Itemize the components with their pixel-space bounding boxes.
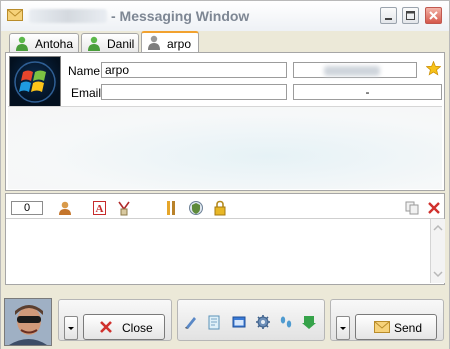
clear-format-icon[interactable] xyxy=(116,200,132,216)
close-dropdown[interactable] xyxy=(64,316,78,340)
user-gray-icon xyxy=(148,35,160,50)
status-field[interactable] xyxy=(293,62,417,78)
footsteps-icon[interactable] xyxy=(278,314,294,330)
gear-icon[interactable] xyxy=(255,314,271,330)
compose-panel: 0 A xyxy=(5,193,445,285)
download-icon[interactable] xyxy=(301,314,317,330)
close-button[interactable]: Close xyxy=(83,314,165,340)
edit-icon[interactable] xyxy=(183,314,199,330)
tab-label: Danil xyxy=(107,37,135,51)
close-group: Close xyxy=(58,299,172,341)
tab-label: arpo xyxy=(167,37,192,51)
title-bar[interactable]: - Messaging Window xyxy=(1,1,449,31)
tab-antoha[interactable]: Antoha xyxy=(9,33,79,52)
scroll-up-icon[interactable] xyxy=(431,223,445,233)
tab-arpo[interactable]: arpo xyxy=(141,31,199,53)
font-icon[interactable]: A xyxy=(92,200,108,216)
char-counter: 0 xyxy=(11,201,43,215)
envelope-icon xyxy=(374,321,390,333)
delete-icon[interactable] xyxy=(426,200,442,216)
user-photo[interactable] xyxy=(4,298,52,346)
user-icon[interactable] xyxy=(57,200,73,216)
chevron-down-icon xyxy=(68,327,74,330)
chevron-down-icon xyxy=(340,327,346,330)
bars-icon[interactable] xyxy=(164,200,180,216)
favorite-star-icon[interactable] xyxy=(426,61,441,76)
status-redacted xyxy=(324,66,380,76)
title-contact-redacted xyxy=(29,9,107,23)
bottom-bar: Close Send xyxy=(1,295,449,349)
close-x-icon xyxy=(100,321,112,333)
user-green-icon xyxy=(88,36,100,51)
close-icon xyxy=(429,11,438,20)
tab-danil[interactable]: Danil xyxy=(81,33,139,52)
info-field[interactable]: - xyxy=(293,84,442,100)
notepad-icon[interactable] xyxy=(206,314,222,330)
send-button[interactable]: Send xyxy=(355,314,437,340)
contact-info-panel: Name: arpo Email: - xyxy=(5,52,445,191)
name-field[interactable]: arpo xyxy=(101,62,287,78)
contact-avatar[interactable] xyxy=(9,56,61,108)
message-history[interactable] xyxy=(8,106,442,189)
send-group: Send xyxy=(330,299,444,341)
close-button-label: Close xyxy=(122,321,153,335)
tab-label: Antoha xyxy=(35,37,74,51)
messaging-window: - Messaging Window Antoha Danil arpo Nam… xyxy=(0,0,450,349)
user-green-icon xyxy=(16,36,28,51)
lock-icon[interactable] xyxy=(212,200,228,216)
maximize-icon xyxy=(406,11,415,20)
email-label: Email: xyxy=(71,86,105,100)
send-button-label: Send xyxy=(394,321,423,335)
window-title: - Messaging Window xyxy=(111,8,250,24)
window-icon[interactable] xyxy=(231,314,247,330)
scroll-down-icon[interactable] xyxy=(431,269,445,279)
compose-toolbar: 0 A xyxy=(6,194,444,219)
shield-icon[interactable] xyxy=(188,200,204,216)
user-portrait-icon xyxy=(5,299,51,345)
action-toolbar xyxy=(177,299,325,341)
close-window-button[interactable] xyxy=(425,7,442,24)
email-field[interactable] xyxy=(101,84,287,100)
svg-text:A: A xyxy=(96,203,104,215)
contact-tabs: Antoha Danil arpo xyxy=(5,31,445,53)
message-scrollbar[interactable] xyxy=(430,219,445,283)
envelope-icon xyxy=(7,9,23,21)
minimize-button[interactable] xyxy=(380,7,397,24)
maximize-button[interactable] xyxy=(402,7,419,24)
message-input[interactable] xyxy=(6,219,430,283)
send-dropdown[interactable] xyxy=(336,316,350,340)
name-label: Name: xyxy=(68,64,104,78)
minimize-icon xyxy=(385,18,392,20)
windows-logo-icon xyxy=(14,61,56,103)
copy-icon[interactable] xyxy=(404,200,420,216)
